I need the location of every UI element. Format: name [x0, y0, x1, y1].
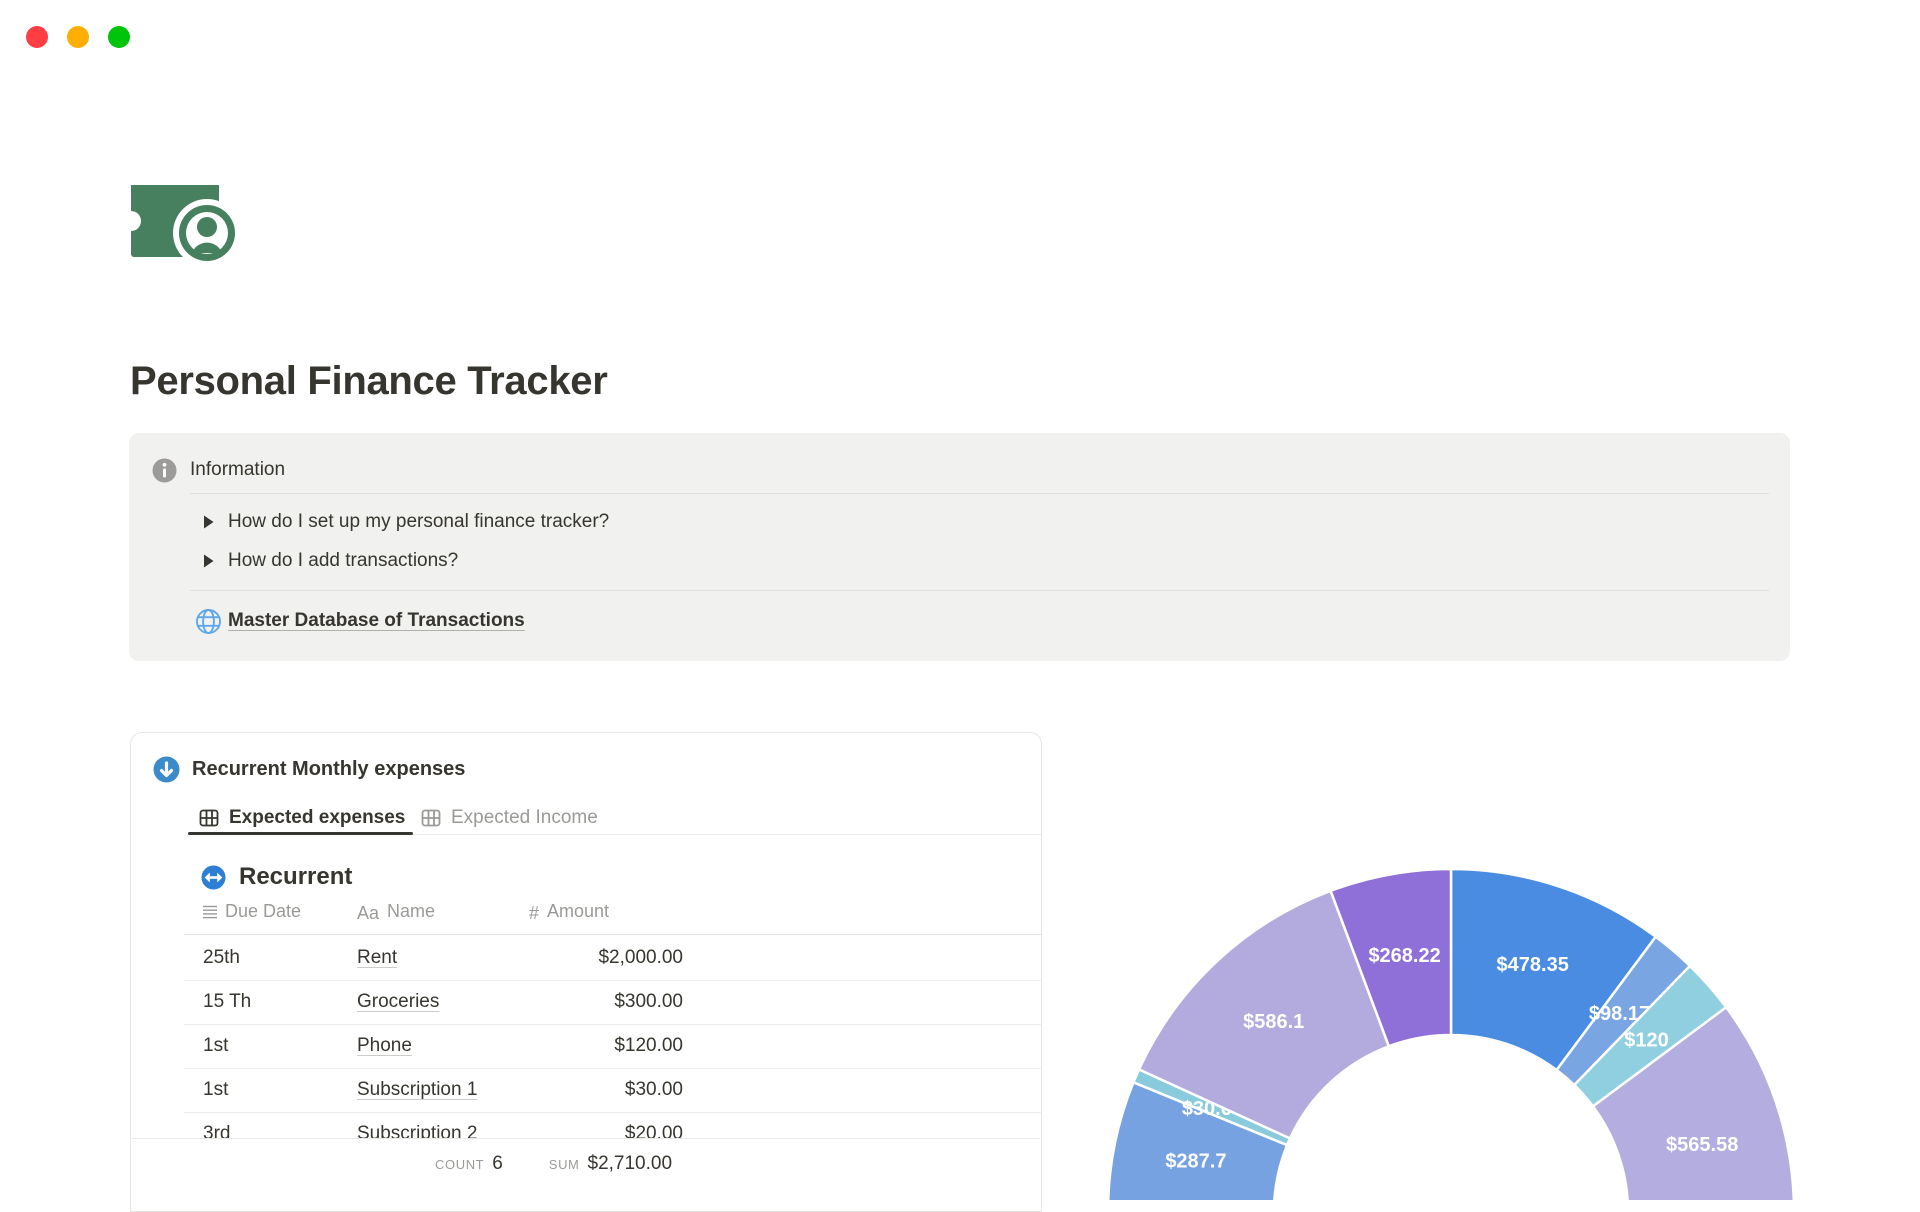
left-right-arrows-circle-icon: [201, 865, 226, 889]
down-arrow-circle-icon[interactable]: [153, 756, 180, 783]
amount-cell[interactable]: $300.00: [529, 980, 683, 1024]
minimize-button[interactable]: [67, 26, 89, 48]
divider: [190, 493, 1769, 494]
globe-icon: [196, 608, 221, 634]
column-label: Amount: [547, 901, 610, 921]
amount-cell[interactable]: $30.00: [529, 1068, 683, 1112]
divider: [184, 934, 1042, 935]
name-cell-link[interactable]: Groceries: [357, 980, 439, 1024]
toggle-how-to-set-up[interactable]: How do I set up my personal finance trac…: [203, 509, 609, 535]
donut-segment-label: $586.1: [1243, 1011, 1304, 1033]
count-label[interactable]: COUNT: [435, 1157, 484, 1172]
table-row[interactable]: 15 Th Groceries $300.00: [184, 980, 1042, 1025]
list-icon: [203, 905, 217, 919]
name-cell-link[interactable]: Phone: [357, 1024, 412, 1068]
expenses-card-title: Recurrent Monthly expenses: [192, 758, 466, 780]
tab-label: Expected expenses: [229, 807, 406, 828]
money-banknote-coin-icon: [121, 185, 241, 267]
callout-title: Information: [190, 459, 286, 480]
toggle-triangle-icon: [204, 554, 214, 568]
column-label: Name: [387, 901, 436, 921]
table-row[interactable]: 25th Rent $2,000.00: [184, 936, 1042, 981]
expenses-donut-chart-container: $478.35 $98.17 $120 $565.58 $287.7 $30.68 $586…: [1106, 867, 1796, 1212]
tab-expected-income[interactable]: Expected Income: [421, 805, 598, 831]
sum-value[interactable]: $2,710.00: [588, 1153, 673, 1175]
sum-label[interactable]: SUM: [549, 1157, 580, 1172]
amount-cell[interactable]: $2,000.00: [529, 936, 683, 980]
divider: [190, 590, 1769, 591]
title-property-icon: Aa: [357, 903, 380, 923]
column-header-amount[interactable]: # Amount: [529, 901, 609, 927]
toggle-triangle-icon: [204, 515, 214, 529]
close-button[interactable]: [26, 26, 48, 48]
callout-header: Information: [152, 457, 285, 483]
page-icon[interactable]: [121, 183, 241, 267]
donut-segment-label: $287.7: [1165, 1151, 1226, 1173]
master-database-link-label: Master Database of Transactions: [228, 610, 525, 631]
donut-segment-label: $565.58: [1666, 1134, 1738, 1156]
table-row[interactable]: 1st Subscription 1 $30.00: [184, 1068, 1042, 1113]
name-cell-link[interactable]: Rent: [357, 936, 397, 980]
due-date-cell[interactable]: 1st: [203, 1068, 228, 1112]
toggle-label: How do I add transactions?: [228, 550, 459, 571]
active-tab-underline: [188, 832, 413, 835]
due-date-cell[interactable]: 25th: [203, 936, 240, 980]
zoom-button[interactable]: [108, 26, 130, 48]
table-icon: [199, 809, 219, 827]
donut-segment-label: $268.22: [1368, 945, 1440, 967]
count-value[interactable]: 6: [492, 1153, 503, 1175]
info-icon: [152, 458, 177, 482]
table-row[interactable]: 1st Phone $120.00: [184, 1024, 1042, 1069]
column-label: Due Date: [225, 901, 302, 921]
recurrent-section-header: Recurrent: [201, 862, 352, 892]
expenses-card-header: Recurrent Monthly expenses: [153, 756, 465, 783]
column-header-due-date[interactable]: Due Date: [203, 901, 301, 927]
tab-label: Expected Income: [451, 807, 598, 828]
table-icon: [421, 809, 441, 827]
column-header-name[interactable]: Aa Name: [357, 901, 435, 927]
master-database-link[interactable]: Master Database of Transactions: [195, 607, 525, 635]
donut-segment-label: $478.35: [1497, 954, 1569, 976]
table-calculations-footer: COUNT 6 SUM $2,710.00: [132, 1138, 1040, 1211]
expenses-card: Recurrent Monthly expenses Expected expe…: [130, 732, 1042, 1212]
donut-chart[interactable]: $478.35$98.17$120$565.58$287.7$30.68$586…: [1106, 867, 1796, 1212]
information-callout: Information How do I set up my personal …: [129, 433, 1790, 661]
donut-segment-label: $120: [1624, 1030, 1669, 1052]
name-cell-link[interactable]: Subscription 1: [357, 1068, 477, 1112]
toggle-label: How do I set up my personal finance trac…: [228, 511, 610, 532]
toggle-how-to-add[interactable]: How do I add transactions?: [203, 548, 458, 574]
recurrent-section-title: Recurrent: [239, 863, 353, 890]
number-property-icon: #: [529, 903, 540, 923]
page-title: Personal Finance Tracker: [130, 358, 608, 403]
amount-cell[interactable]: $120.00: [529, 1024, 683, 1068]
due-date-cell[interactable]: 1st: [203, 1024, 228, 1068]
due-date-cell[interactable]: 15 Th: [203, 980, 251, 1024]
window-controls: [26, 26, 130, 48]
tab-expected-expenses[interactable]: Expected expenses: [199, 805, 405, 831]
